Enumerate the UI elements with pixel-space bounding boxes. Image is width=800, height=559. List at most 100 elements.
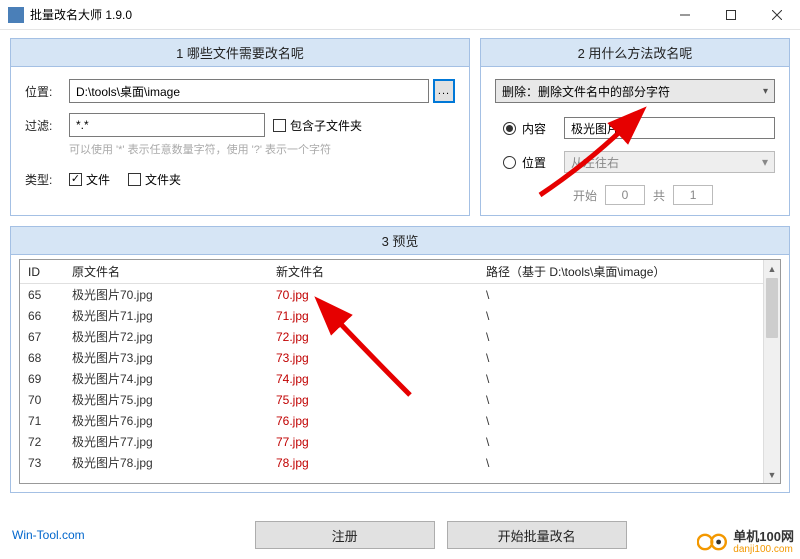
panel2-header: 2 用什么方法改名呢 bbox=[481, 39, 789, 67]
browse-button[interactable]: ... bbox=[433, 79, 455, 103]
scroll-up-icon[interactable]: ▲ bbox=[764, 260, 780, 277]
panel-preview: 3 预览 ID 原文件名 新文件名 路径（基于 D:\tools\桌面\imag… bbox=[10, 226, 790, 493]
type-file-label: 文件 bbox=[86, 171, 110, 188]
cell-path: \ bbox=[478, 309, 780, 323]
scroll-down-icon[interactable]: ▼ bbox=[764, 466, 780, 483]
cell-id: 69 bbox=[20, 372, 64, 386]
cell-id: 67 bbox=[20, 330, 64, 344]
cell-old-name: 极光图片76.jpg bbox=[64, 412, 268, 429]
cell-id: 70 bbox=[20, 393, 64, 407]
scroll-thumb[interactable] bbox=[766, 278, 778, 338]
count-label: 共 bbox=[653, 187, 665, 204]
start-rename-button[interactable]: 开始批量改名 bbox=[447, 521, 627, 549]
cell-new-name: 78.jpg bbox=[268, 456, 478, 470]
location-input[interactable] bbox=[69, 79, 429, 103]
register-button[interactable]: 注册 bbox=[255, 521, 435, 549]
table-row[interactable]: 65极光图片70.jpg70.jpg\ bbox=[20, 284, 780, 305]
include-subfolders-checkbox[interactable]: 包含子文件夹 bbox=[273, 117, 362, 134]
cell-path: \ bbox=[478, 288, 780, 302]
watermark-line1: 单机100网 bbox=[733, 530, 794, 544]
radio-position[interactable] bbox=[503, 156, 516, 169]
delete-content-input[interactable] bbox=[564, 117, 775, 139]
window-title: 批量改名大师 1.9.0 bbox=[30, 6, 662, 23]
radio-content-label: 内容 bbox=[522, 120, 546, 137]
panel-source-files: 1 哪些文件需要改名呢 位置: ... 过滤: 包含子文件夹 可以使用 '*' … bbox=[10, 38, 470, 216]
table-row[interactable]: 68极光图片73.jpg73.jpg\ bbox=[20, 347, 780, 368]
cell-new-name: 72.jpg bbox=[268, 330, 478, 344]
checkbox-icon bbox=[273, 119, 286, 132]
type-folder-checkbox[interactable]: 文件夹 bbox=[128, 171, 181, 188]
method-select[interactable]: 删除：删除文件名中的部分字符 ▾ bbox=[495, 79, 775, 103]
cell-path: \ bbox=[478, 372, 780, 386]
cell-id: 65 bbox=[20, 288, 64, 302]
direction-value: 从左往右 bbox=[571, 154, 619, 171]
checkbox-icon bbox=[69, 173, 82, 186]
cell-old-name: 极光图片72.jpg bbox=[64, 328, 268, 345]
cell-old-name: 极光图片74.jpg bbox=[64, 370, 268, 387]
close-button[interactable] bbox=[754, 0, 800, 30]
filter-hint: 可以使用 '*' 表示任意数量字符，使用 '?' 表示一个字符 bbox=[69, 141, 455, 157]
cell-path: \ bbox=[478, 456, 780, 470]
cell-new-name: 74.jpg bbox=[268, 372, 478, 386]
start-label: 开始 bbox=[573, 187, 597, 204]
cell-new-name: 76.jpg bbox=[268, 414, 478, 428]
watermark-line2: danji100.com bbox=[733, 544, 794, 555]
bottom-bar: Win-Tool.com 注册 开始批量改名 bbox=[0, 511, 800, 549]
col-old-name[interactable]: 原文件名 bbox=[64, 263, 268, 280]
vertical-scrollbar[interactable]: ▲ ▼ bbox=[763, 260, 780, 483]
cell-path: \ bbox=[478, 351, 780, 365]
col-path[interactable]: 路径（基于 D:\tools\桌面\image） bbox=[478, 263, 780, 280]
type-label: 类型: bbox=[25, 171, 69, 188]
col-id[interactable]: ID bbox=[20, 265, 64, 279]
table-row[interactable]: 69极光图片74.jpg74.jpg\ bbox=[20, 368, 780, 389]
cell-new-name: 77.jpg bbox=[268, 435, 478, 449]
method-select-value: 删除：删除文件名中的部分字符 bbox=[502, 83, 670, 100]
type-folder-label: 文件夹 bbox=[145, 171, 181, 188]
filter-input[interactable] bbox=[69, 113, 265, 137]
maximize-button[interactable] bbox=[708, 0, 754, 30]
table-header: ID 原文件名 新文件名 路径（基于 D:\tools\桌面\image） bbox=[20, 260, 780, 284]
panel3-header: 3 预览 bbox=[11, 227, 789, 255]
cell-new-name: 73.jpg bbox=[268, 351, 478, 365]
cell-new-name: 75.jpg bbox=[268, 393, 478, 407]
table-row[interactable]: 71极光图片76.jpg76.jpg\ bbox=[20, 410, 780, 431]
include-subfolders-label: 包含子文件夹 bbox=[290, 117, 362, 134]
app-icon bbox=[8, 7, 24, 23]
cell-old-name: 极光图片77.jpg bbox=[64, 433, 268, 450]
cell-id: 66 bbox=[20, 309, 64, 323]
cell-id: 72 bbox=[20, 435, 64, 449]
panel-rename-method: 2 用什么方法改名呢 删除：删除文件名中的部分字符 ▾ 内容 位置 从左往右 ▾ bbox=[480, 38, 790, 216]
watermark-icon bbox=[697, 532, 729, 552]
table-row[interactable]: 66极光图片71.jpg71.jpg\ bbox=[20, 305, 780, 326]
cell-id: 73 bbox=[20, 456, 64, 470]
table-row[interactable]: 67极光图片72.jpg72.jpg\ bbox=[20, 326, 780, 347]
window-controls bbox=[662, 0, 800, 30]
col-new-name[interactable]: 新文件名 bbox=[268, 263, 478, 280]
cell-id: 71 bbox=[20, 414, 64, 428]
cell-new-name: 70.jpg bbox=[268, 288, 478, 302]
watermark: 单机100网 danji100.com bbox=[697, 530, 794, 555]
panel1-header: 1 哪些文件需要改名呢 bbox=[11, 39, 469, 67]
table-row[interactable]: 73极光图片78.jpg78.jpg\ bbox=[20, 452, 780, 473]
cell-old-name: 极光图片78.jpg bbox=[64, 454, 268, 471]
radio-position-label: 位置 bbox=[522, 154, 546, 171]
table-row[interactable]: 72极光图片77.jpg77.jpg\ bbox=[20, 431, 780, 452]
radio-content[interactable] bbox=[503, 122, 516, 135]
cell-old-name: 极光图片70.jpg bbox=[64, 286, 268, 303]
chevron-down-icon: ▾ bbox=[762, 155, 768, 169]
website-link[interactable]: Win-Tool.com bbox=[12, 528, 85, 542]
chevron-down-icon: ▾ bbox=[763, 86, 768, 97]
title-bar: 批量改名大师 1.9.0 bbox=[0, 0, 800, 30]
cell-old-name: 极光图片71.jpg bbox=[64, 307, 268, 324]
table-row[interactable]: 70极光图片75.jpg75.jpg\ bbox=[20, 389, 780, 410]
minimize-button[interactable] bbox=[662, 0, 708, 30]
location-label: 位置: bbox=[25, 83, 69, 100]
direction-select: 从左往右 ▾ bbox=[564, 151, 775, 173]
cell-path: \ bbox=[478, 393, 780, 407]
cell-path: \ bbox=[478, 414, 780, 428]
count-input bbox=[673, 185, 713, 205]
filter-label: 过滤: bbox=[25, 117, 69, 134]
cell-id: 68 bbox=[20, 351, 64, 365]
cell-old-name: 极光图片75.jpg bbox=[64, 391, 268, 408]
type-file-checkbox[interactable]: 文件 bbox=[69, 171, 110, 188]
